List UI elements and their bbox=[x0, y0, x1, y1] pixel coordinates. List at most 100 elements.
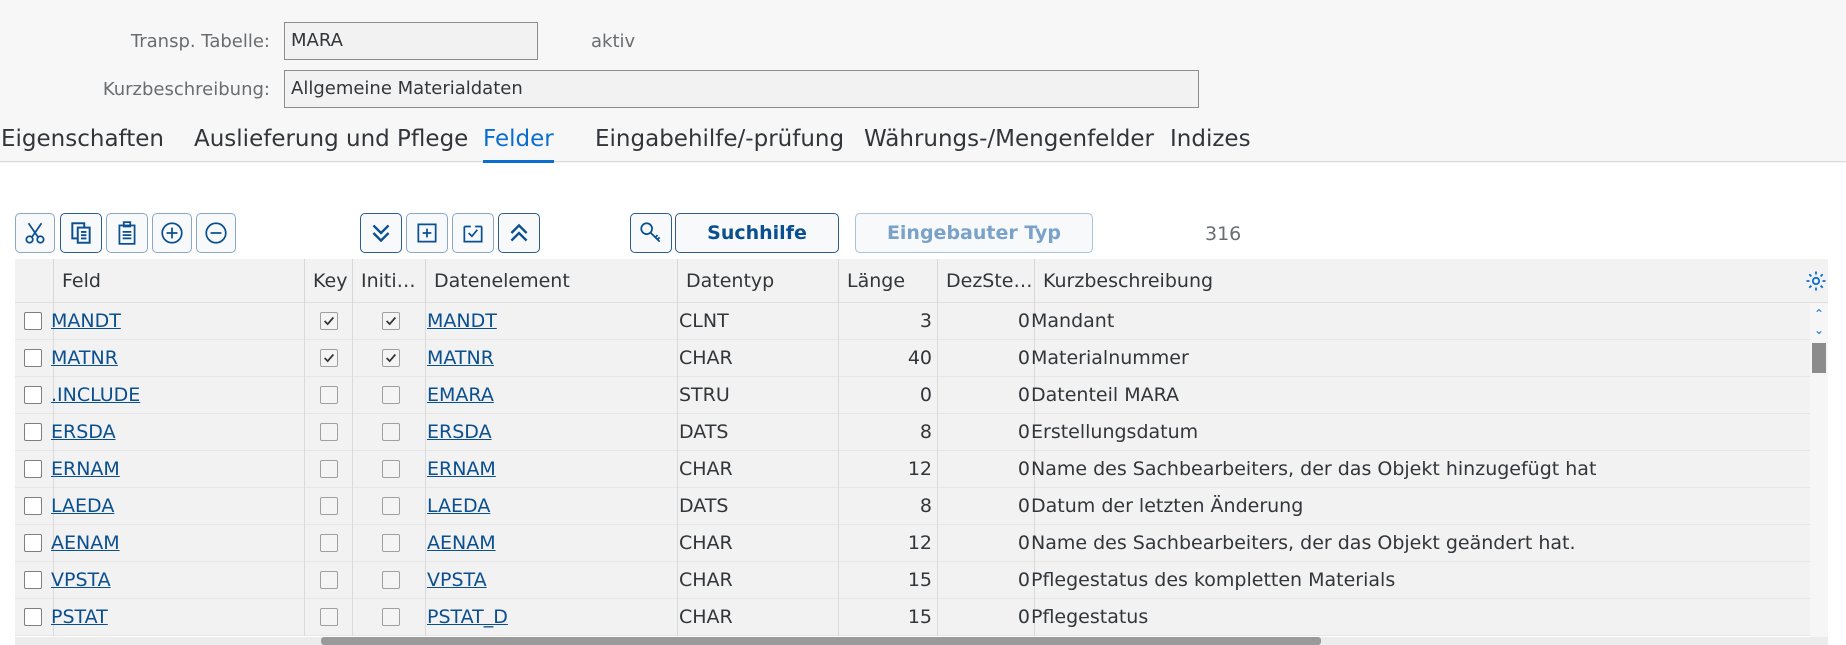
cell-datenelement[interactable]: AENAM bbox=[427, 525, 677, 562]
table-row[interactable]: ERNAM ERNAM CHAR 12 0 Name des Sachbearbeiter… bbox=[15, 451, 1810, 488]
row-select-checkbox[interactable] bbox=[24, 460, 42, 478]
row-select-checkbox[interactable] bbox=[24, 312, 42, 330]
chevron-up-icon[interactable]: ⌃ bbox=[1812, 307, 1826, 321]
cell-feld[interactable]: VPSTA bbox=[51, 562, 296, 599]
column-divider bbox=[304, 451, 305, 488]
row-select-checkbox[interactable] bbox=[24, 349, 42, 367]
key-checkbox[interactable] bbox=[320, 423, 338, 441]
row-select-checkbox[interactable] bbox=[24, 608, 42, 626]
table-row[interactable]: MANDT MANDT CLNT 3 0 Mandant bbox=[15, 303, 1810, 340]
column-header-dezstellen[interactable]: DezStellen bbox=[937, 259, 1034, 303]
initial-checkbox[interactable] bbox=[382, 349, 400, 367]
column-header-key[interactable]: Key bbox=[304, 259, 352, 303]
cell-feld[interactable]: MATNR bbox=[51, 340, 296, 377]
column-header-laenge[interactable]: Länge bbox=[838, 259, 937, 303]
table-row[interactable]: PSTAT PSTAT_D CHAR 15 0 Pflegestatus bbox=[15, 599, 1810, 636]
tab-felder[interactable]: Felder bbox=[483, 126, 554, 163]
column-header-datenelement[interactable]: Datenelement bbox=[425, 259, 677, 303]
row-count: 316 bbox=[1205, 223, 1242, 245]
description-field[interactable]: Allgemeine Materialdaten bbox=[284, 70, 1199, 108]
tab-auslieferung[interactable]: Auslieferung und Pflege bbox=[194, 126, 468, 160]
scissors-icon bbox=[25, 222, 45, 244]
insert-row-button[interactable] bbox=[406, 213, 448, 253]
column-header-datentyp[interactable]: Datentyp bbox=[677, 259, 838, 303]
cell-datenelement[interactable]: ERSDA bbox=[427, 414, 677, 451]
builtin-type-button[interactable]: Eingebauter Typ bbox=[855, 213, 1093, 253]
cell-datenelement[interactable]: LAEDA bbox=[427, 488, 677, 525]
row-select-checkbox[interactable] bbox=[24, 571, 42, 589]
select-block-button[interactable] bbox=[452, 213, 494, 253]
initial-checkbox[interactable] bbox=[382, 386, 400, 404]
key-checkbox[interactable] bbox=[320, 534, 338, 552]
scroll-bottom-button[interactable] bbox=[360, 213, 402, 253]
cell-kurzbeschreibung: Name des Sachbearbeiters, der das Objekt… bbox=[1031, 458, 1597, 480]
horizontal-scrollbar[interactable] bbox=[15, 637, 1828, 645]
minus-circle-icon bbox=[205, 222, 227, 244]
remove-row-button[interactable] bbox=[196, 213, 236, 253]
key-button[interactable] bbox=[630, 213, 672, 253]
cell-datenelement[interactable]: VPSTA bbox=[427, 562, 677, 599]
cell-feld[interactable]: MANDT bbox=[51, 303, 296, 340]
cell-feld[interactable]: PSTAT bbox=[51, 599, 296, 636]
cell-feld[interactable]: .INCLUDE bbox=[51, 377, 296, 414]
key-checkbox[interactable] bbox=[320, 312, 338, 330]
initial-checkbox[interactable] bbox=[382, 460, 400, 478]
row-select-checkbox[interactable] bbox=[24, 423, 42, 441]
cell-datenelement[interactable]: PSTAT_D bbox=[427, 599, 677, 636]
cell-datenelement[interactable]: EMARA bbox=[427, 377, 677, 414]
row-select-checkbox[interactable] bbox=[24, 534, 42, 552]
tab-indizes[interactable]: Indizes bbox=[1170, 126, 1251, 160]
column-divider bbox=[352, 488, 353, 525]
cell-datenelement[interactable]: ERNAM bbox=[427, 451, 677, 488]
table-row[interactable]: AENAM AENAM CHAR 12 0 Name des Sachbearbeiter… bbox=[15, 525, 1810, 562]
row-select-checkbox[interactable] bbox=[24, 497, 42, 515]
initial-checkbox[interactable] bbox=[382, 534, 400, 552]
tab-eingabehilfe[interactable]: Eingabehilfe/-prüfung bbox=[595, 126, 844, 160]
table-row[interactable]: .INCLUDE EMARA STRU 0 0 Datenteil MARA bbox=[15, 377, 1810, 414]
chevron-down-icon[interactable]: ⌄ bbox=[1812, 323, 1826, 337]
cell-feld[interactable]: LAEDA bbox=[51, 488, 296, 525]
column-divider bbox=[304, 303, 305, 340]
column-header-kurzbeschreibung[interactable]: Kurzbeschreibung bbox=[1034, 259, 1794, 303]
cut-button[interactable] bbox=[15, 213, 55, 253]
initial-checkbox[interactable] bbox=[382, 423, 400, 441]
key-checkbox[interactable] bbox=[320, 571, 338, 589]
table-row[interactable]: VPSTA VPSTA CHAR 15 0 Pflegestatus des komple… bbox=[15, 562, 1810, 599]
cell-datenelement[interactable]: MANDT bbox=[427, 303, 677, 340]
vertical-scroll-thumb[interactable] bbox=[1812, 343, 1826, 373]
tab-eigenschaften[interactable]: Eigenschaften bbox=[1, 126, 164, 160]
column-header-initial[interactable]: Initial... bbox=[352, 259, 425, 303]
key-checkbox[interactable] bbox=[320, 608, 338, 626]
cell-feld[interactable]: AENAM bbox=[51, 525, 296, 562]
gear-icon[interactable] bbox=[1804, 269, 1828, 293]
key-checkbox[interactable] bbox=[320, 460, 338, 478]
initial-checkbox[interactable] bbox=[382, 312, 400, 330]
table-name-field[interactable]: MARA bbox=[284, 22, 538, 60]
initial-checkbox[interactable] bbox=[382, 497, 400, 515]
cell-feld[interactable]: ERSDA bbox=[51, 414, 296, 451]
cell-feld[interactable]: ERNAM bbox=[51, 451, 296, 488]
column-divider bbox=[304, 340, 305, 377]
row-selector-header[interactable] bbox=[15, 259, 53, 303]
row-select-checkbox[interactable] bbox=[24, 386, 42, 404]
vertical-scrollbar[interactable]: ⌃ ⌄ bbox=[1810, 303, 1828, 645]
copy-button[interactable] bbox=[60, 213, 102, 253]
table-row[interactable]: MATNR MATNR CHAR 40 0 Materialnummer bbox=[15, 340, 1810, 377]
horizontal-scroll-thumb[interactable] bbox=[321, 637, 1321, 645]
paste-button[interactable] bbox=[106, 213, 148, 253]
initial-checkbox[interactable] bbox=[382, 571, 400, 589]
column-header-feld[interactable]: Feld bbox=[53, 259, 304, 303]
search-help-button[interactable]: Suchhilfe bbox=[675, 213, 839, 253]
cell-datenelement[interactable]: MATNR bbox=[427, 340, 677, 377]
table-row[interactable]: ERSDA ERSDA DATS 8 0 Erstellungsdatum bbox=[15, 414, 1810, 451]
scroll-top-button[interactable] bbox=[498, 213, 540, 253]
key-checkbox[interactable] bbox=[320, 386, 338, 404]
key-checkbox[interactable] bbox=[320, 497, 338, 515]
initial-checkbox[interactable] bbox=[382, 608, 400, 626]
key-checkbox[interactable] bbox=[320, 349, 338, 367]
cell-datentyp: CHAR bbox=[679, 532, 733, 554]
add-row-button[interactable] bbox=[152, 213, 192, 253]
tab-waehrungsfelder[interactable]: Währungs-/Mengenfelder bbox=[864, 126, 1154, 160]
table-row[interactable]: LAEDA LAEDA DATS 8 0 Datum der letzten Änderu… bbox=[15, 488, 1810, 525]
cell-kurzbeschreibung: Erstellungsdatum bbox=[1031, 421, 1199, 443]
